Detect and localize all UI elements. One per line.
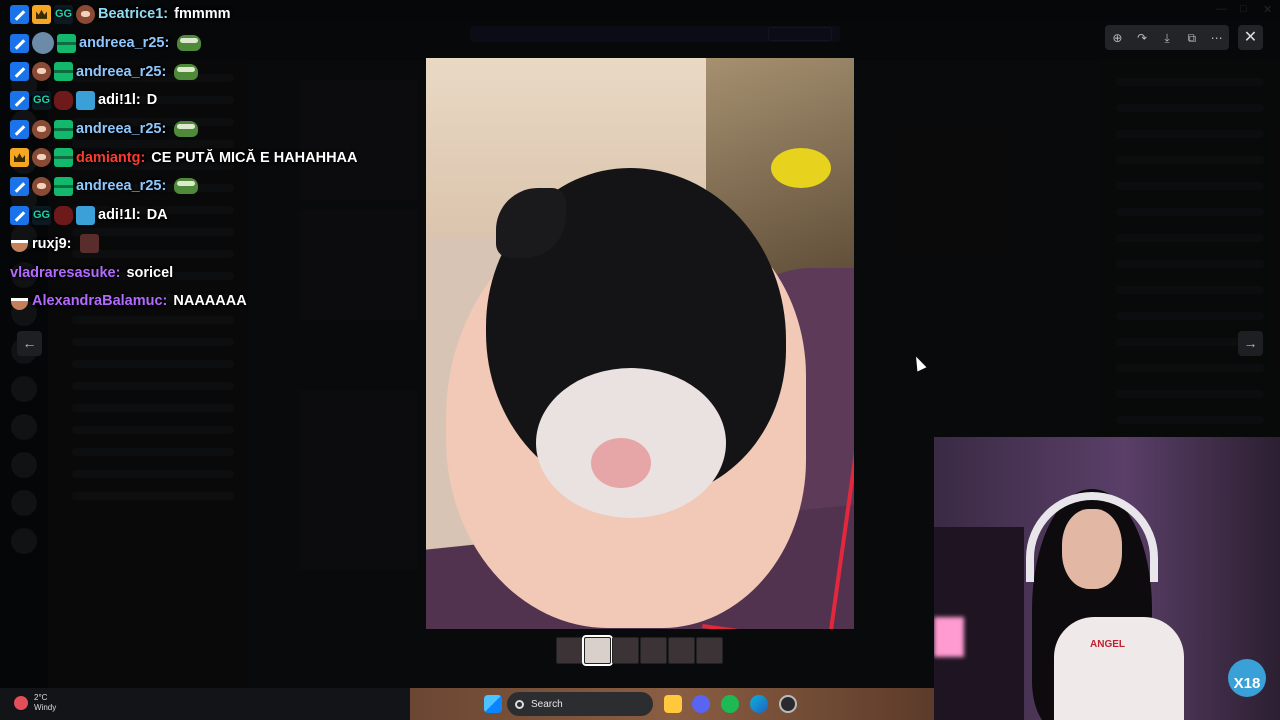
heart-badge-icon [76, 90, 95, 110]
shirt-text: ANGEL [1090, 639, 1125, 650]
crown-badge-icon [10, 148, 29, 168]
zoom-icon[interactable]: ⊕ [1107, 28, 1127, 48]
image-thumbnail[interactable] [612, 637, 639, 664]
pepe-emote-icon [174, 121, 199, 138]
chat-text: fmmmm [174, 6, 231, 23]
search-icon [515, 699, 524, 709]
chat-text: CE PUTĂ MICĂ E HAHAHHAA [151, 149, 358, 166]
stream-chat-overlay: GG Beatrice1: fmmmm andreea_r25: andreea_r25… [10, 0, 420, 316]
hammer-badge-icon [10, 90, 29, 110]
coffee-badge-icon [10, 234, 29, 253]
cat-badge-icon [32, 119, 51, 139]
gg-badge-icon: GG [32, 90, 51, 110]
chat-text: D [146, 92, 158, 109]
lightbox-toolbar: ⊕ ↷ ⤓ ⧉ ⋯ [1105, 25, 1229, 50]
hammer-badge-icon [10, 4, 29, 24]
pepe-emote-icon [174, 178, 199, 195]
temperature: 2°C [34, 693, 48, 702]
cat-badge-icon [32, 176, 51, 196]
gift-badge-icon [54, 176, 73, 196]
pepe-emote-icon [177, 35, 202, 52]
hammer-badge-icon [10, 62, 29, 82]
weather-condition: Windy [34, 703, 57, 712]
chat-message: andreea_r25: [10, 29, 420, 58]
more-icon[interactable]: ⋯ [1207, 28, 1227, 48]
channel-logo: X18 [1228, 659, 1266, 697]
taskbar-search[interactable]: Search [507, 692, 653, 716]
hammer-badge-icon [10, 33, 29, 53]
chat-username: adi!1l: [98, 207, 141, 224]
cat-badge-icon [32, 62, 51, 82]
hammer-badge-icon [10, 176, 29, 196]
chat-username: damiantg: [76, 149, 146, 166]
weather-widget[interactable]: 2°C Windy [14, 693, 56, 713]
chat-message: ruxj9: [10, 230, 420, 259]
start-button[interactable] [484, 695, 502, 713]
close-lightbox-button[interactable]: ✕ [1238, 25, 1263, 50]
chat-message: andreea_r25: [10, 172, 420, 201]
chat-username: andreea_r25: [76, 63, 167, 80]
image-thumbnail[interactable] [582, 635, 613, 666]
wolf-badge-icon [54, 205, 73, 225]
gg-badge-icon: GG [32, 205, 51, 225]
chat-message: GG adi!1l: DA [10, 201, 420, 230]
heart-badge-icon [76, 205, 95, 225]
spotify-icon[interactable] [721, 695, 739, 713]
gg-badge-icon: GG [54, 4, 73, 24]
kitten-photo[interactable] [426, 58, 854, 629]
chat-message: AlexandraBalamuc: NAAAAAA [10, 287, 420, 316]
chat-message: damiantg: CE PUTĂ MICĂ E HAHAHHAA [10, 143, 420, 172]
obs-icon[interactable] [779, 695, 797, 713]
hammer-badge-icon [10, 119, 29, 139]
chat-username: andreea_r25: [79, 35, 170, 52]
cat-badge-icon [32, 148, 51, 168]
chat-username: andreea_r25: [76, 121, 167, 138]
wolf-badge-icon [54, 90, 73, 110]
forward-icon[interactable]: ↷ [1132, 28, 1152, 48]
image-thumbnail[interactable] [696, 637, 723, 664]
next-image-button[interactable]: → [1238, 331, 1263, 356]
thumbnail-strip [556, 635, 723, 666]
chat-username: andreea_r25: [76, 178, 167, 195]
cat-badge-icon [76, 4, 95, 24]
chat-username: ruxj9: [32, 235, 72, 252]
gift-badge-icon [54, 62, 73, 82]
chat-message: andreea_r25: [10, 57, 420, 86]
chat-message: GG adi!1l: D [10, 86, 420, 115]
avatar-badge-icon [32, 32, 54, 55]
ghost-emote-icon [79, 234, 99, 254]
chat-text: NAAAAAA [173, 293, 247, 310]
crown-badge-icon [32, 4, 51, 24]
chat-message: vladraresasuke: soricel [10, 258, 420, 287]
search-label: Search [531, 698, 563, 710]
gift-badge-icon [54, 148, 73, 168]
image-thumbnail[interactable] [556, 637, 583, 664]
chat-text: soricel [126, 264, 174, 281]
chat-text: DA [146, 207, 168, 224]
download-icon[interactable]: ⤓ [1157, 28, 1177, 48]
weather-icon [14, 696, 28, 710]
edge-icon[interactable] [750, 695, 768, 713]
chat-message: GG Beatrice1: fmmmm [10, 0, 420, 29]
hammer-badge-icon [10, 205, 29, 225]
gift-badge-icon [57, 33, 76, 53]
file-explorer-icon[interactable] [664, 695, 682, 713]
webcam-feed: ANGEL X18 [934, 437, 1280, 720]
chat-username: vladraresasuke: [10, 264, 121, 281]
pepe-emote-icon [174, 63, 199, 80]
chat-message: andreea_r25: [10, 115, 420, 144]
coffee-badge-icon [10, 292, 29, 311]
discord-icon[interactable] [692, 695, 710, 713]
chat-username: AlexandraBalamuc: [32, 293, 168, 310]
chat-username: adi!1l: [98, 92, 141, 109]
image-thumbnail[interactable] [668, 637, 695, 664]
headset-icon [1026, 492, 1158, 582]
image-thumbnail[interactable] [640, 637, 667, 664]
gift-badge-icon [54, 119, 73, 139]
previous-image-button[interactable]: ← [17, 331, 42, 356]
chat-username: Beatrice1: [98, 6, 169, 23]
open-external-icon[interactable]: ⧉ [1182, 28, 1202, 48]
